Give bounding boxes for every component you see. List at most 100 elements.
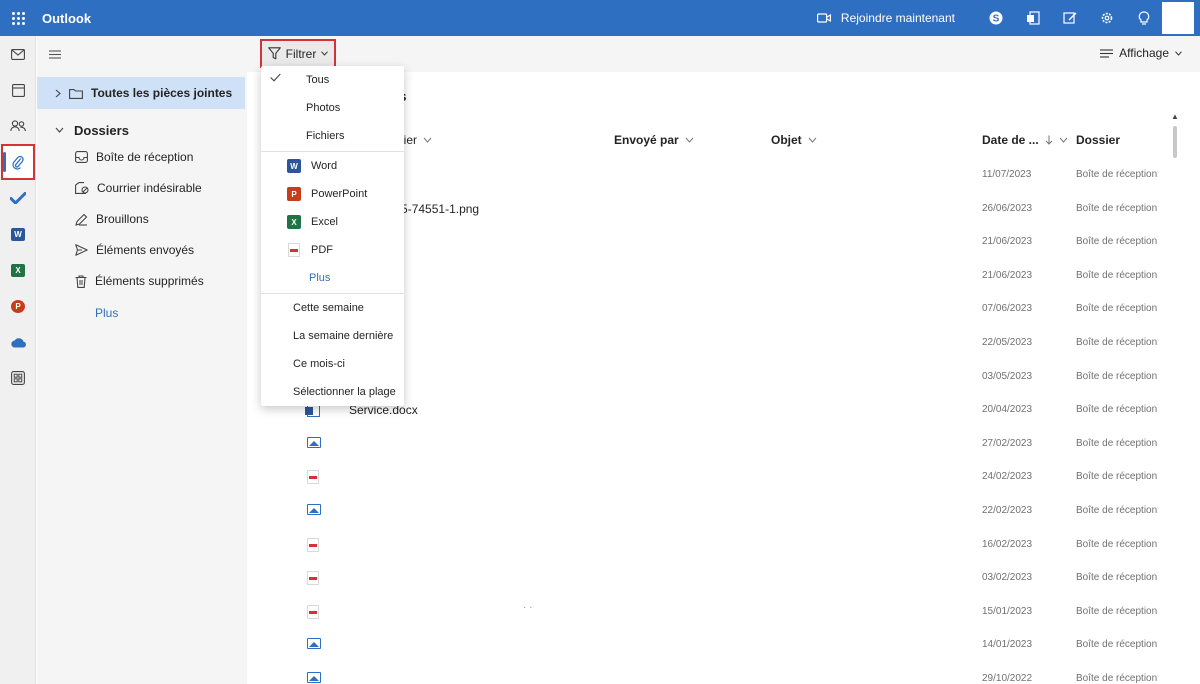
folder-junk[interactable]: Courrier indésirable (37, 173, 245, 203)
calendar-icon (11, 83, 25, 97)
rail-todo[interactable] (0, 180, 36, 216)
row-folder: Boîte de réception (1076, 236, 1158, 248)
table-row[interactable]: 22/02/2023 Boîte de réception (267, 494, 1172, 527)
view-lines-icon (1100, 48, 1114, 58)
folder-label: Courrier indésirable (97, 181, 202, 195)
view-label: Affichage (1119, 46, 1169, 60)
table-row[interactable]: 03/02/2023 Boîte de réception (267, 561, 1172, 594)
table-row[interactable]: 24/02/2023 Boîte de réception (267, 460, 1172, 493)
image-file-icon (307, 436, 321, 448)
folder-label: Boîte de réception (96, 150, 194, 164)
teams-button[interactable] (1014, 0, 1051, 36)
filter-option-all[interactable]: Tous (261, 66, 404, 94)
compose-note-icon (1062, 12, 1076, 24)
scrollbar-thumb[interactable] (1173, 126, 1177, 158)
folder-inbox[interactable]: Boîte de réception (37, 142, 245, 172)
filter-option-last-week[interactable]: La semaine dernière (261, 322, 404, 350)
more-folders-link[interactable]: Plus (37, 298, 245, 328)
powerpoint-icon: P (287, 187, 301, 201)
filter-button[interactable]: Filtrer (260, 39, 336, 68)
chevron-down-icon (808, 137, 817, 143)
excel-icon: X (11, 263, 25, 277)
rail-excel[interactable]: X (0, 252, 36, 288)
filter-option-files[interactable]: Fichiers (261, 122, 404, 150)
account-avatar[interactable] (1162, 2, 1194, 34)
rail-files[interactable] (1, 144, 35, 180)
row-date: 24/02/2023 (982, 471, 1033, 483)
rail-word[interactable]: W (0, 216, 36, 252)
table-row[interactable]: 16/02/2023 Boîte de réception (267, 528, 1172, 561)
column-sender[interactable]: Envoyé par (614, 132, 694, 148)
table-row[interactable]: 15/01/2023 Boîte de réception (267, 595, 1172, 628)
column-folder-label: Dossier (1076, 133, 1121, 147)
filter-option-excel[interactable]: X Excel (261, 208, 404, 236)
rail-more-apps[interactable] (0, 360, 36, 396)
row-folder: Boîte de réception (1076, 639, 1158, 651)
waffle-icon (11, 11, 25, 25)
rail-powerpoint[interactable]: P (0, 288, 36, 324)
folders-section-label: Dossiers (74, 122, 129, 138)
column-subject[interactable]: Objet (771, 132, 817, 148)
folders-section-header[interactable]: Dossiers (37, 116, 245, 144)
all-attachments-item[interactable]: Toutes les pièces jointes (37, 77, 245, 109)
table-row[interactable]: 29/10/2022 Boîte de réception (267, 662, 1172, 684)
scroll-up-arrow-icon[interactable]: ▲ (1171, 112, 1179, 121)
table-row[interactable]: 14/01/2023 Boîte de réception (267, 628, 1172, 661)
rail-mail[interactable] (0, 36, 36, 72)
rail-people[interactable] (0, 108, 36, 144)
junk-mail-icon (75, 182, 89, 194)
powerpoint-icon: P (11, 299, 25, 313)
folder-deleted[interactable]: Éléments supprimés (37, 266, 245, 296)
settings-button[interactable] (1088, 0, 1125, 36)
hamburger-icon (49, 50, 61, 59)
row-date: 03/02/2023 (982, 572, 1033, 584)
filter-option-more[interactable]: Plus (261, 264, 404, 292)
chevron-right-icon (55, 89, 61, 97)
folder-sent[interactable]: Éléments envoyés (37, 235, 245, 265)
rail-calendar[interactable] (0, 72, 36, 108)
filter-option-pdf[interactable]: PDF (261, 236, 404, 264)
rail-onedrive[interactable] (0, 324, 36, 360)
column-folder[interactable]: Dossier (1076, 132, 1120, 148)
all-attachments-label: Toutes les pièces jointes (91, 86, 233, 100)
folder-drafts[interactable]: Brouillons (37, 204, 245, 234)
row-folder: Boîte de réception (1076, 572, 1158, 584)
row-date: 27/02/2023 (982, 437, 1033, 449)
pdf-icon (288, 243, 300, 257)
loading-dots: · · (523, 602, 533, 613)
app-name[interactable]: Outlook (42, 11, 91, 26)
filter-option-this-month[interactable]: Ce mois-ci (261, 350, 404, 378)
filter-option-powerpoint[interactable]: P PowerPoint (261, 180, 404, 208)
folder-label: Éléments supprimés (95, 274, 204, 288)
word-icon: W (11, 227, 25, 241)
column-date[interactable]: Date de ... (982, 132, 1068, 148)
pdf-file-icon (307, 470, 319, 485)
row-date: 14/01/2023 (982, 639, 1033, 651)
tips-button[interactable] (1125, 0, 1162, 36)
my-day-button[interactable] (1051, 0, 1088, 36)
checkmark-icon (270, 73, 281, 82)
filter-option-word[interactable]: W Word (261, 152, 404, 180)
row-date: 15/01/2023 (982, 605, 1033, 617)
filter-option-label: Sélectionner la plage (293, 386, 396, 398)
filter-option-photos[interactable]: Photos (261, 94, 404, 122)
row-folder: Boîte de réception (1076, 404, 1158, 416)
row-folder: Boîte de réception (1076, 169, 1158, 180)
filter-option-this-week[interactable]: Cette semaine (261, 294, 404, 322)
join-meeting-label: Rejoindre maintenant (840, 11, 955, 25)
filter-option-label: Fichiers (306, 130, 345, 142)
filter-option-label: PowerPoint (311, 188, 368, 200)
navigation-toggle-button[interactable] (49, 48, 61, 62)
filter-option-label: Excel (311, 216, 338, 228)
table-row[interactable]: 27/02/2023 Boîte de réception (267, 427, 1172, 460)
app-launcher-button[interactable] (0, 0, 36, 36)
filter-menu: Tous Photos Fichiers W Word P PowerPoint… (261, 66, 404, 406)
sort-down-arrow-icon (1045, 135, 1053, 145)
skype-button[interactable]: S (977, 0, 1014, 36)
filter-option-select-range[interactable]: Sélectionner la plage (261, 378, 404, 406)
filter-option-label: Cette semaine (293, 302, 364, 314)
people-icon (10, 120, 26, 132)
filter-label: Filtrer (285, 46, 317, 61)
view-button[interactable]: Affichage (1100, 46, 1182, 60)
join-meeting-button[interactable]: Rejoindre maintenant (816, 11, 955, 25)
